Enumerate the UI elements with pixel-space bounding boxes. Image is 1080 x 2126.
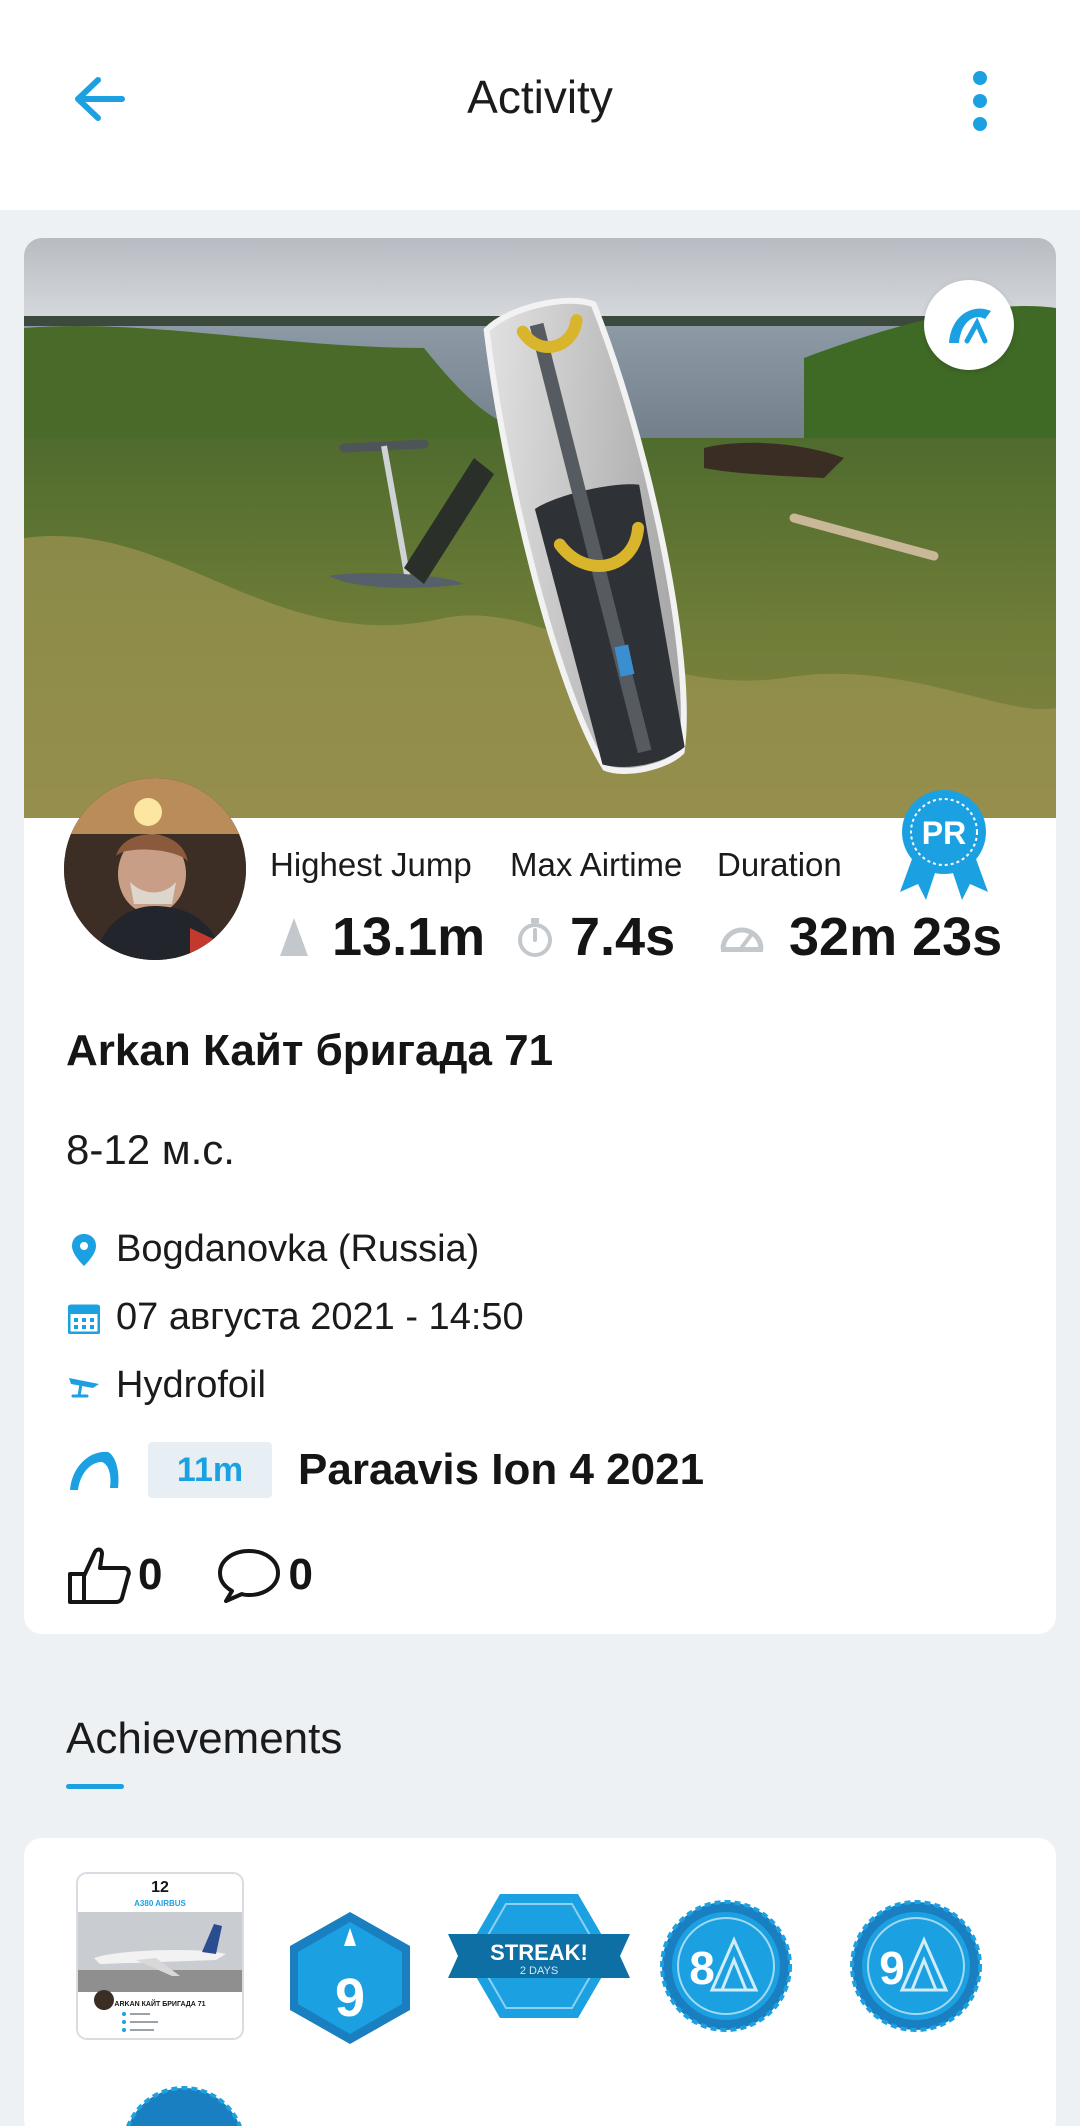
section-underline [66, 1784, 124, 1789]
achievement-card-title: ARKAN КАЙТ БРИГАДА 71 [114, 1999, 205, 2008]
social-row: 0 0 [66, 1544, 313, 1606]
comment-button[interactable]: 0 [216, 1547, 313, 1603]
location-row[interactable]: Bogdanovka (Russia) [66, 1228, 479, 1271]
page-title: Activity [467, 71, 613, 123]
avatar[interactable] [64, 778, 246, 960]
streak-label: STREAK! [490, 1940, 588, 1965]
achievement-seal-badge[interactable]: 9 [850, 1900, 982, 2032]
stat-label: Highest Jump [270, 846, 472, 883]
activity-photo[interactable] [24, 238, 1056, 818]
date-row: 07 августа 2021 - 14:50 [66, 1296, 524, 1339]
activity-card[interactable]: PR Highest Jump 13.1m Max Airtime 7.4s D… [24, 238, 1056, 1634]
stat-duration: Duration 32m 23s [717, 846, 1002, 967]
kite-size-pill: 11m [148, 1442, 272, 1498]
stat-value: 7.4s [570, 907, 676, 967]
achievements-card: 12 A380 AIRBUS ARKAN КАЙТ БРИГАДА 71 9 S… [24, 1838, 1056, 2126]
hydrofoil-icon [69, 1377, 99, 1397]
date-text: 07 августа 2021 - 14:50 [116, 1296, 524, 1338]
achievement-streak-badge[interactable]: STREAK! 2 DAYS [444, 1890, 634, 2022]
stat-label: Max Airtime [510, 846, 683, 883]
achievement-hexagon-badge[interactable]: 9 [284, 1910, 416, 2046]
achievements-title: Achievements [66, 1714, 343, 1763]
kite-icon [70, 1451, 119, 1490]
more-options-button[interactable] [960, 66, 1000, 136]
vertical-dots-icon [973, 71, 987, 131]
hydrofoil-sport-badge [924, 280, 1014, 370]
activity-description: 8-12 м.с. [66, 1126, 235, 1173]
streak-sub: 2 DAYS [520, 1965, 558, 1977]
thumbs-up-icon [68, 1547, 131, 1604]
achievement-heading: A380 AIRBUS [134, 1899, 186, 1908]
stat-max-airtime: Max Airtime 7.4s [510, 846, 683, 967]
sport-row: Hydrofoil [66, 1364, 266, 1407]
calendar-icon [68, 1304, 100, 1334]
achievement-airplane-card[interactable]: 12 A380 AIRBUS ARKAN КАЙТ БРИГАДА 71 [76, 1872, 244, 2040]
achievement-value: 9 [335, 1968, 365, 2028]
stopwatch-icon [518, 918, 552, 957]
hydrofoil-kite-icon [949, 308, 991, 344]
gear-row[interactable]: 11m Paraavis Ion 4 2021 [66, 1442, 704, 1498]
gear-name: Paraavis Ion 4 2021 [298, 1445, 705, 1494]
like-count: 0 [138, 1550, 163, 1599]
speedometer-icon [720, 927, 764, 952]
like-button[interactable]: 0 [66, 1544, 162, 1606]
stat-label: Duration [717, 846, 842, 883]
app-header: Activity [0, 0, 1080, 210]
achievement-rank: 12 [151, 1879, 169, 1896]
sport-text: Hydrofoil [116, 1364, 266, 1406]
pr-label: PR [922, 815, 966, 851]
stat-value: 32m 23s [789, 907, 1003, 967]
location-text: Bogdanovka (Russia) [116, 1228, 480, 1270]
stat-value: 13.1m [332, 907, 486, 967]
achievement-value: 9 [879, 1942, 905, 1994]
comment-count: 0 [288, 1550, 313, 1599]
achievement-partial-badge[interactable] [124, 2084, 244, 2126]
stat-highest-jump: Highest Jump 13.1m [270, 846, 485, 967]
achievement-value: 8 [689, 1942, 715, 1994]
activity-title: Arkan Кайт бригада 71 [66, 1026, 554, 1075]
comment-bubble-icon [218, 1549, 281, 1603]
location-pin-icon [72, 1233, 96, 1266]
achievement-seal-badge[interactable]: 8 [660, 1900, 792, 2032]
personal-record-badge: PR [896, 788, 992, 900]
jump-icon [280, 918, 308, 956]
